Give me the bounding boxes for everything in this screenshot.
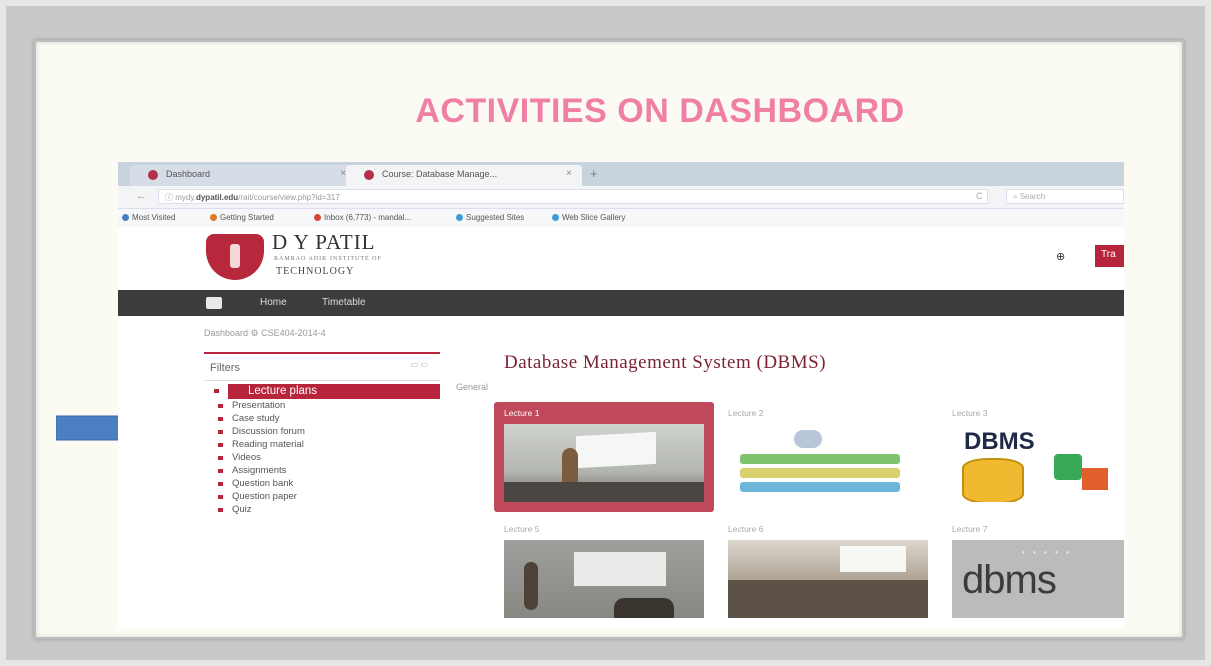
lecture-card[interactable]: Lecture 3 DBMS (942, 402, 1124, 512)
menu-toggle-icon[interactable] (206, 297, 222, 309)
card-label: Lecture 5 (504, 524, 540, 534)
lecture-thumbnail (504, 424, 704, 502)
close-icon[interactable]: × (566, 168, 572, 179)
filter-quiz[interactable]: Quiz (214, 503, 440, 516)
nav-timetable[interactable]: Timetable (322, 297, 366, 308)
breadcrumb[interactable]: Dashboard ⚙ CSE404-2014-4 (204, 328, 326, 339)
filter-question-bank[interactable]: Question bank (214, 477, 440, 490)
lecture-card[interactable]: Lecture 7 • • • • • dbms (942, 518, 1124, 628)
tab-course[interactable]: Course: Database Manage... × (346, 165, 582, 186)
bookmark-label: Most Visited (132, 213, 176, 222)
filter-lecture-plans[interactable]: Lecture plans (214, 384, 440, 399)
search-placeholder: Search (1019, 192, 1046, 201)
block-controls-icon[interactable]: ▭ ▭ (411, 360, 428, 369)
bookmark-web-slice-gallery[interactable]: Web Slice Gallery (552, 213, 625, 222)
back-arrow-icon[interactable]: ← (136, 190, 147, 202)
filter-videos[interactable]: Videos (214, 451, 440, 464)
lecture-thumbnail: DBMS (952, 424, 1124, 502)
bookmark-icon (122, 214, 129, 221)
lecture-card[interactable]: Lecture 1 (494, 402, 714, 512)
college-logo-icon[interactable] (206, 234, 264, 280)
filter-assignments[interactable]: Assignments (214, 464, 440, 477)
bookmark-inbox[interactable]: Inbox (6,773) - mandal... (314, 213, 411, 222)
bookmark-most-visited[interactable]: Most Visited (122, 213, 175, 222)
lecture-thumbnail: • • • • • dbms (952, 540, 1124, 618)
lecture-thumbnail (504, 540, 704, 618)
lecture-card[interactable]: Lecture 2 (718, 402, 938, 512)
new-tab-button[interactable]: + (590, 166, 598, 181)
lecture-card[interactable]: Lecture 6 (718, 518, 938, 628)
search-icon: ⌕ (1013, 192, 1020, 201)
tab-dashboard[interactable]: Dashboard × (130, 165, 356, 186)
url-domain: dypatil.edu (195, 193, 239, 202)
nav-bar: Home Timetable (118, 290, 1124, 316)
address-field[interactable]: ⓘ mydy.dypatil.edu/rait/course/view.php?… (158, 189, 988, 204)
url-prefix: ⓘ mydy. (165, 193, 196, 202)
filters-header: Filters ▭ ▭ (204, 352, 440, 381)
lecture-card[interactable]: Lecture 5 (494, 518, 714, 628)
settings-icon[interactable]: ⊕ (1056, 250, 1065, 263)
card-label: Lecture 2 (728, 408, 764, 418)
moodle-favicon-icon (364, 170, 374, 180)
gmail-icon (314, 214, 321, 221)
bookmark-label: Getting Started (220, 213, 274, 222)
bookmarks-bar: Most Visited Getting Started Inbox (6,77… (118, 209, 1124, 227)
firefox-icon (210, 214, 217, 221)
bookmark-suggested-sites[interactable]: Suggested Sites (456, 213, 524, 222)
filter-list: Lecture plans Presentation Case study Di… (214, 384, 440, 516)
card-label: Lecture 7 (952, 524, 988, 534)
tab-bar: Dashboard × Course: Database Manage... ×… (118, 162, 1124, 186)
url-bar: ← ⓘ mydy.dypatil.edu/rait/course/view.ph… (118, 186, 1124, 209)
ie-icon (456, 214, 463, 221)
lecture-thumbnail (728, 540, 928, 618)
card-label: Lecture 1 (504, 408, 540, 418)
section-label: General (456, 382, 489, 392)
filter-question-paper[interactable]: Question paper (214, 490, 440, 503)
card-label: Lecture 6 (728, 524, 764, 534)
slide-title: ACTIVITIES ON DASHBOARD (415, 92, 905, 130)
logo-technology: TECHNOLOGY (276, 266, 355, 277)
lecture-thumbnail (728, 424, 928, 502)
filter-presentation[interactable]: Presentation (214, 399, 440, 412)
url-path: /rait/course/view.php?id=317 (238, 193, 340, 202)
filters-title: Filters (210, 362, 240, 374)
logo-title: D Y PATIL (272, 230, 376, 254)
bookmark-getting-started[interactable]: Getting Started (210, 213, 274, 222)
filter-discussion-forum[interactable]: Discussion forum (214, 425, 440, 438)
reload-icon[interactable]: C (976, 191, 983, 201)
nav-home[interactable]: Home (260, 297, 287, 308)
header-button[interactable]: Tra (1095, 245, 1124, 267)
moodle-favicon-icon (148, 170, 158, 180)
logo-subtitle: RAMRAO ADIK INSTITUTE OF (274, 256, 382, 262)
browser-screenshot: Dashboard × Course: Database Manage... ×… (118, 162, 1124, 628)
search-input[interactable]: ⌕ Search (1006, 189, 1124, 204)
tab-label: Course: Database Manage... (382, 169, 498, 179)
ie-icon (552, 214, 559, 221)
filter-case-study[interactable]: Case study (214, 412, 440, 425)
decorative-dots: • • • • • (1022, 548, 1072, 557)
filter-reading-material[interactable]: Reading material (214, 438, 440, 451)
dbms-logo-text: dbms (962, 558, 1057, 602)
bookmark-label: Inbox (6,773) - mandal... (324, 213, 412, 222)
card-label: Lecture 3 (952, 408, 988, 418)
course-title: Database Management System (DBMS) (504, 352, 827, 373)
bookmark-label: Suggested Sites (466, 213, 525, 222)
bookmark-label: Web Slice Gallery (562, 213, 626, 222)
dbms-logo-text: DBMS (964, 428, 1035, 455)
tab-label: Dashboard (166, 169, 211, 179)
